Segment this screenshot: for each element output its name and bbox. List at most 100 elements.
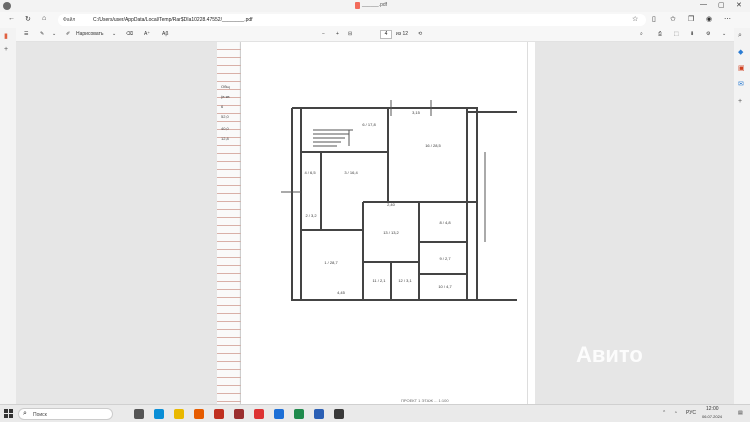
highlight-icon[interactable]: ✎ [40,31,44,37]
home-icon[interactable]: ⌂ [42,15,46,22]
pdf-viewer[interactable]: Общ (в кв 6 52,0 40,0 12,8 6 / 17,8 16 /… [16,42,734,404]
prev-page-text: 6 [221,104,224,109]
url-field[interactable]: Файл C:/Users/user/AppData/Local/Temp/Ra… [58,14,646,26]
file-explorer-icon[interactable] [174,409,184,419]
room-label: 11 / 2,1 [372,278,386,283]
add-icon[interactable]: + [4,46,8,53]
title-bar: ______.pdf — ▢ ✕ [0,0,750,12]
watermark: Авито [576,342,643,367]
chevron-down-icon[interactable]: ⌄ [52,31,56,37]
url-text[interactable]: C:/Users/user/AppData/Local/Temp/Rar$DIa… [93,17,253,23]
mail-icon[interactable] [274,409,284,419]
vivaldi-icon[interactable] [234,409,244,419]
edge-icon[interactable] [154,409,164,419]
page-footer: ПРОЕКТ 1 ЭТАЖ ... 1:100 [401,398,449,403]
dimension-label: 3,15 [412,110,421,115]
excel-icon[interactable] [294,409,304,419]
prev-page-text: Общ [221,84,230,89]
outlook-icon[interactable]: ✉ [738,80,744,88]
previous-page: Общ (в кв 6 52,0 40,0 12,8 [217,42,241,404]
right-rail: ⌕ ◆ ▣ ✉ + [734,28,750,404]
split-screen-icon[interactable]: ▯ [652,15,656,23]
pdf-tab-icon[interactable]: ▮ [4,32,8,40]
favorite-star-icon[interactable]: ☆ [632,15,638,23]
room-label: 2 / 3,2 [305,213,317,218]
prev-page-text: 52,0 [221,114,229,119]
chevron-down-icon[interactable]: ⌄ [722,31,726,37]
settings-icon[interactable]: ⚙ [706,31,710,37]
info-label[interactable]: Файл [63,17,75,23]
pdf-page: 6 / 17,8 16 / 28,5 4 / 6,5 3 / 16,4 13 /… [241,42,527,404]
room-label: 12 / 3,1 [398,278,412,283]
back-icon[interactable]: ← [8,15,15,22]
address-bar: ← ↻ ⌂ Файл C:/Users/user/AppData/Local/T… [0,12,750,28]
draw-button[interactable]: Нарисовать [76,31,103,37]
word-icon[interactable] [314,409,324,419]
refresh-icon[interactable]: ↻ [25,15,31,23]
chevron-up-icon[interactable]: ⌃ [662,410,666,416]
tab-title[interactable]: ______.pdf [362,2,387,8]
zoom-in-icon[interactable]: + [336,31,339,37]
taskbar: ⌕ Поиск ⌃ ◔ РУС 12:00 06.07.2024 ▤ [0,404,750,422]
clock-date[interactable]: 06.07.2024 [702,414,722,419]
room-label: 16 / 28,5 [425,143,441,148]
maximize-icon[interactable]: ▢ [718,1,725,9]
room-label: 1 / 28,7 [324,260,338,265]
contents-icon[interactable]: ☰ [24,31,28,37]
clock-time[interactable]: 12:00 [706,406,719,412]
close-icon[interactable]: ✕ [736,1,742,9]
profile-icon[interactable]: ◉ [706,15,712,23]
save-icon[interactable]: ⬚ [674,31,679,37]
office-icon[interactable]: ▣ [738,64,745,72]
room-label: 10 / 4,7 [438,284,452,289]
floor-plan-drawing: 6 / 17,8 16 / 28,5 4 / 6,5 3 / 16,4 13 /… [281,100,517,301]
room-label: 4 / 6,5 [304,170,316,175]
print-icon[interactable]: ⎙ [658,31,662,37]
pdf-toolbar: ☰ ✎ ⌄ ✐ Нарисовать ⌄ ⌫ A⁺ Aꞵ − + ⊟ 4 из … [16,28,750,42]
pdf-file-icon [355,2,360,9]
next-page-edge [527,42,535,404]
extension-icon[interactable]: ◆ [738,48,743,56]
room-label: 8 / 4,8 [439,220,451,225]
task-view-icon[interactable] [134,409,144,419]
lang-indicator[interactable]: РУС [686,410,696,416]
text-size-button[interactable]: A⁺ [144,31,150,37]
app-icon[interactable] [254,409,264,419]
left-sidebar: ▮ + [0,28,16,404]
prev-page-text: 40,0 [221,126,229,131]
firefox-icon[interactable] [194,409,204,419]
save-as-icon[interactable]: ⬇ [690,31,694,37]
room-label: 3 / 16,4 [344,170,358,175]
taskbar-search[interactable]: ⌕ Поиск [18,408,113,420]
more-menu-icon[interactable]: ⋯ [724,15,731,23]
prev-page-text: (в кв [221,94,230,99]
search-label: Поиск [33,412,47,418]
collections-icon[interactable]: ❐ [688,15,694,23]
minimize-icon[interactable]: — [700,1,707,8]
fit-page-icon[interactable]: ⊟ [348,31,352,37]
read-aloud-button[interactable]: Aꞵ [162,31,169,37]
app-icon[interactable] [334,409,344,419]
notifications-icon[interactable]: ▤ [738,410,743,416]
room-label: 6 / 17,8 [362,122,376,127]
dimension-label: 4,45 [337,290,346,295]
search-icon: ⌕ [23,410,27,417]
search-icon[interactable]: ⌕ [640,31,643,37]
prev-page-text: 12,8 [221,136,229,141]
favorites-icon[interactable]: ✩ [670,15,676,23]
yandex-icon[interactable] [214,409,224,419]
page-total: из 12 [396,31,409,37]
network-icon[interactable]: ◔ [674,410,677,416]
chevron-down-icon[interactable]: ⌄ [112,31,116,37]
draw-icon[interactable]: ✐ [66,31,70,37]
dimension-label: 2,40 [387,202,396,207]
start-button[interactable] [4,409,13,418]
page-number-input[interactable]: 4 [380,30,392,39]
browser-logo-icon[interactable] [3,2,11,10]
room-label: 9 / 2,7 [439,256,451,261]
search-icon[interactable]: ⌕ [738,32,742,40]
add-icon[interactable]: + [738,98,742,105]
rotate-icon[interactable]: ⟲ [418,31,422,37]
eraser-icon[interactable]: ⌫ [126,31,133,37]
zoom-out-icon[interactable]: − [322,31,325,37]
